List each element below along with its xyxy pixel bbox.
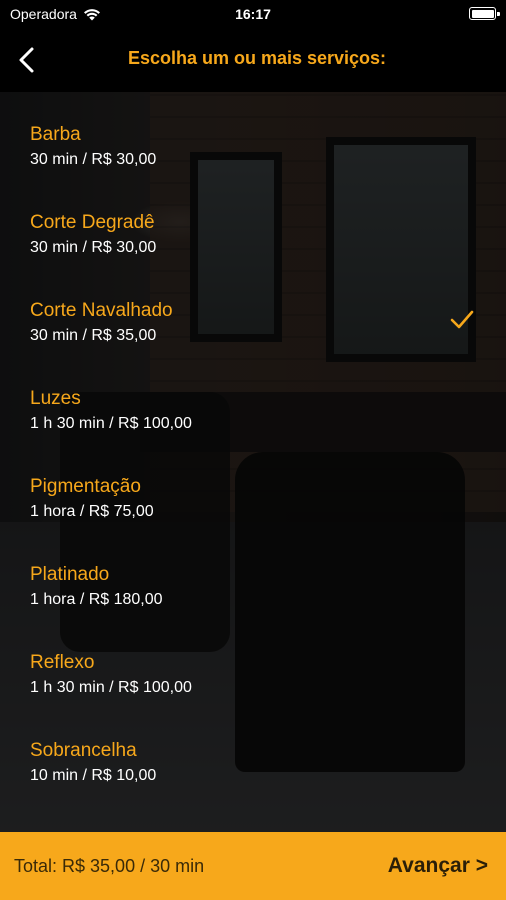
service-detail: 10 min / R$ 10,00 — [30, 767, 157, 784]
service-item-luzes[interactable]: Luzes 1 h 30 min / R$ 100,00 — [0, 356, 506, 444]
page-title: Escolha um ou mais serviços: — [127, 48, 387, 68]
service-item-barba[interactable]: Barba 30 min / R$ 30,00 — [0, 92, 506, 180]
service-name: Barba — [30, 124, 81, 145]
service-name: Reflexo — [30, 652, 95, 673]
service-item-pigmentacao[interactable]: Pigmentação 1 hora / R$ 75,00 — [0, 444, 506, 532]
service-name: Pigmentação — [30, 476, 141, 497]
service-detail: 1 hora / R$ 75,00 — [30, 503, 154, 520]
service-name: Luzes — [30, 388, 81, 409]
service-detail: 30 min / R$ 35,00 — [30, 327, 157, 344]
service-item-reflexo[interactable]: Reflexo 1 h 30 min / R$ 100,00 — [0, 620, 506, 708]
service-detail: 30 min / R$ 30,00 — [30, 151, 157, 168]
summary-footer: Total: R$ 35,00 / 30 min Avançar > — [0, 832, 506, 900]
service-detail: 30 min / R$ 30,00 — [30, 239, 157, 256]
service-name: Corte Navalhado — [30, 300, 173, 321]
service-item-corte-degrade[interactable]: Corte Degradê 30 min / R$ 30,00 — [0, 180, 506, 268]
service-item-corte-navalhado[interactable]: Corte Navalhado 30 min / R$ 35,00 — [0, 268, 506, 356]
service-detail: 1 h 30 min / R$ 100,00 — [30, 679, 192, 696]
status-time: 16:17 — [235, 6, 271, 22]
service-name: Platinado — [30, 564, 110, 585]
service-item-platinado[interactable]: Platinado 1 hora / R$ 180,00 — [0, 532, 506, 620]
next-button[interactable]: Avançar > — [388, 854, 488, 878]
total-summary: Total: R$ 35,00 / 30 min — [14, 856, 205, 876]
navigation-bar: Escolha um ou mais serviços: — [0, 28, 506, 92]
service-item-sobrancelha[interactable]: Sobrancelha 10 min / R$ 10,00 — [0, 708, 506, 796]
battery-level — [471, 9, 494, 18]
service-name: Sobrancelha — [30, 740, 137, 761]
battery-icon — [469, 7, 500, 20]
service-detail: 1 hora / R$ 180,00 — [30, 591, 163, 608]
checkmark-icon — [450, 310, 474, 329]
service-list: Barba 30 min / R$ 30,00 Corte Degradê 30… — [0, 92, 506, 832]
service-name: Corte Degradê — [30, 212, 155, 233]
battery-cap — [497, 11, 500, 16]
service-detail: 1 h 30 min / R$ 100,00 — [30, 415, 192, 432]
status-bar: Operadora 16:17 — [0, 0, 506, 28]
